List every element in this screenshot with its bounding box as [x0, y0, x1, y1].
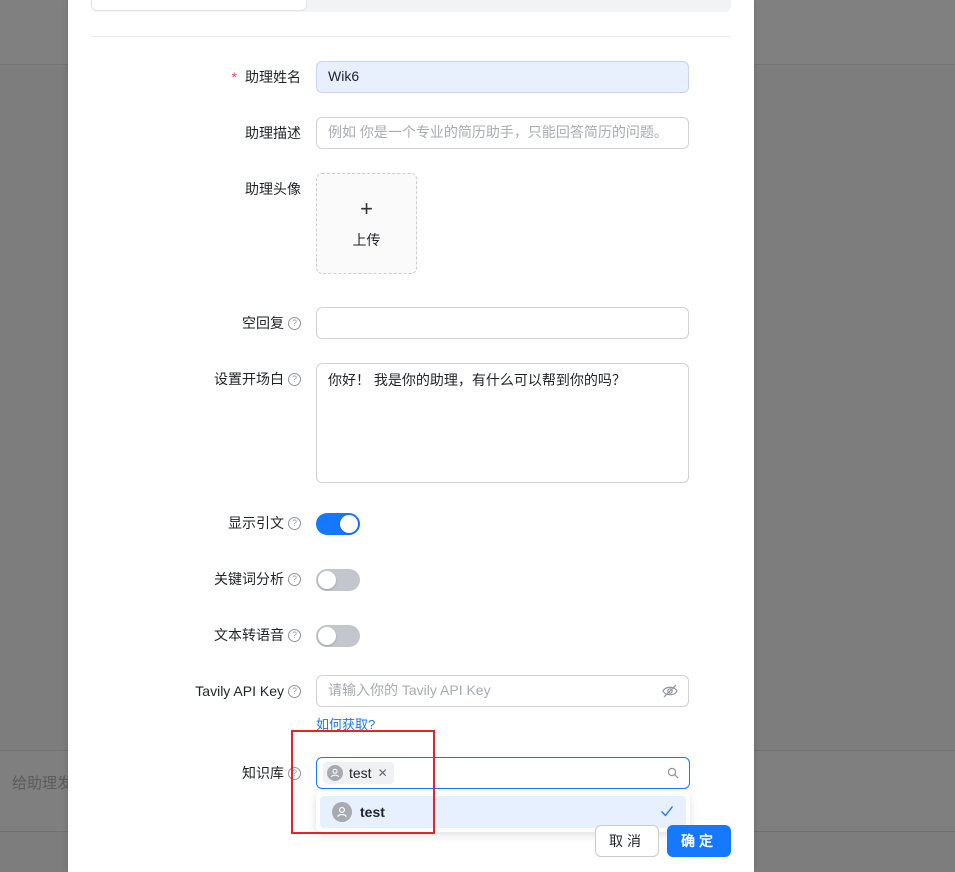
description-label-text: 助理描述: [245, 125, 301, 141]
tab-active[interactable]: [91, 0, 307, 11]
help-icon[interactable]: ?: [288, 684, 301, 698]
tavily-placeholder: 请输入你的 Tavily API Key: [328, 682, 491, 698]
tts-switch[interactable]: [316, 625, 360, 647]
name-input-value: Wik6: [328, 68, 360, 84]
empty-reply-label: 空回复 ?: [242, 313, 301, 333]
help-icon[interactable]: ?: [288, 316, 301, 330]
opening-textarea[interactable]: 你好！ 我是你的助理，有什么可以帮到你的吗？: [316, 363, 689, 483]
name-label-text: 助理姓名: [245, 69, 301, 85]
divider: [91, 36, 731, 37]
tavily-label-text: Tavily API Key: [195, 683, 284, 699]
cancel-button[interactable]: 取消: [595, 825, 659, 857]
empty-reply-input[interactable]: [316, 307, 689, 339]
background-chat-placeholder: 给助理发: [12, 775, 73, 792]
avatar-upload[interactable]: + 上传: [316, 173, 417, 274]
avatar-label-text: 助理头像: [245, 181, 301, 197]
tabs-strip: [91, 0, 731, 12]
keyword-analysis-switch[interactable]: [316, 569, 360, 591]
keyword-analysis-label: 关键词分析 ?: [214, 569, 301, 589]
opening-value: 你好！ 我是你的助理，有什么可以帮到你的吗？: [328, 372, 626, 388]
switch-knob: [318, 627, 336, 645]
description-input[interactable]: 例如 你是一个专业的简历助手，只能回答简历的问题。: [316, 117, 689, 149]
help-icon[interactable]: ?: [288, 372, 301, 386]
show-citation-label: 显示引文 ?: [228, 513, 301, 533]
tts-label: 文本转语音 ?: [214, 625, 301, 645]
ok-button[interactable]: 确定: [667, 825, 731, 857]
switch-knob: [340, 515, 358, 533]
required-mark: *: [231, 69, 237, 85]
check-icon: [661, 806, 674, 817]
show-citation-switch[interactable]: [316, 513, 360, 535]
avatar-label: 助理头像: [245, 179, 301, 199]
switch-knob: [318, 571, 336, 589]
tavily-label: Tavily API Key ?: [195, 681, 301, 701]
help-icon[interactable]: ?: [288, 572, 301, 586]
help-icon[interactable]: ?: [288, 516, 301, 530]
plus-icon: +: [360, 196, 373, 221]
empty-reply-label-text: 空回复: [242, 315, 284, 331]
description-placeholder: 例如 你是一个专业的简历助手，只能回答简历的问题。: [328, 124, 668, 140]
opening-label-text: 设置开场白: [214, 371, 284, 387]
name-label: * 助理姓名: [232, 67, 301, 87]
name-input[interactable]: Wik6: [316, 61, 689, 93]
keyword-analysis-label-text: 关键词分析: [214, 571, 284, 587]
help-icon[interactable]: ?: [288, 628, 301, 642]
search-icon: [667, 767, 679, 779]
knowledge-base-label-text: 知识库: [242, 765, 284, 781]
show-citation-label-text: 显示引文: [228, 515, 284, 531]
highlight-box: [291, 730, 435, 834]
description-label: 助理描述: [245, 123, 301, 143]
opening-label: 设置开场白 ?: [214, 369, 301, 389]
upload-label: 上传: [352, 232, 381, 248]
eye-off-icon[interactable]: [662, 683, 678, 699]
tavily-api-key-input[interactable]: 请输入你的 Tavily API Key: [316, 675, 689, 707]
tts-label-text: 文本转语音: [214, 627, 284, 643]
